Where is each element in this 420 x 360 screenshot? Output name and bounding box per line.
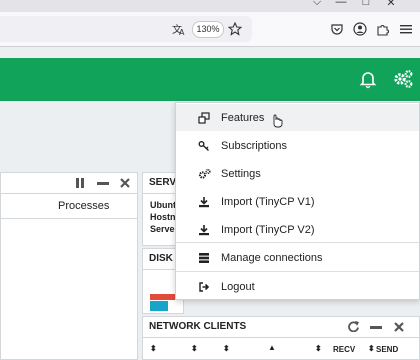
menu-item-label: Manage connections (221, 251, 323, 264)
menu-item-subscriptions[interactable]: Subscriptions (176, 132, 419, 159)
menu-item-label: Logout (221, 280, 255, 293)
sort-asc-icon[interactable]: ▲ (268, 343, 276, 352)
processes-table-header: Processes (1, 194, 137, 219)
pause-icon[interactable] (75, 178, 85, 188)
download-icon (197, 196, 211, 208)
menu-item-manage-connections[interactable]: Manage connections (176, 244, 419, 271)
sort-icon[interactable]: ⬍ (368, 344, 375, 353)
window-minimize-button[interactable]: — (333, 0, 349, 10)
pocket-icon[interactable] (328, 20, 346, 38)
menu-item-label: Import (TinyCP V1) (221, 195, 315, 208)
network-clients-widget: NETWORK CLIENTS ⬍ ⬍ ⬍ ▲ ⬍ RECV ⬍ SEND (142, 316, 420, 360)
window-close-button[interactable]: ✕ (383, 0, 399, 10)
menu-item-label: Subscriptions (221, 139, 288, 152)
minimize-icon[interactable] (370, 326, 382, 329)
menu-item-import-v2[interactable]: Import (TinyCP V2) (176, 216, 419, 243)
menu-item-import-v1[interactable]: Import (TinyCP V1) (176, 188, 419, 215)
window-list-button[interactable]: ⌵ (309, 0, 325, 10)
menu-item-logout[interactable]: Logout (176, 273, 419, 300)
browser-tab-strip (0, 0, 420, 12)
extensions-icon[interactable] (374, 20, 392, 38)
disk-free-bar (150, 301, 168, 311)
sort-icon[interactable]: ⬍ (315, 344, 322, 353)
processes-widget-header (1, 173, 137, 194)
sort-icon[interactable]: ⬍ (191, 344, 198, 353)
translate-icon[interactable]: 文A (170, 20, 188, 38)
features-icon (197, 111, 211, 124)
menu-item-label: Features (221, 111, 265, 124)
send-column-header[interactable]: SEND (376, 345, 398, 354)
bell-icon[interactable] (358, 69, 378, 89)
app-header (0, 58, 420, 101)
svg-text:A: A (179, 28, 185, 36)
minimize-icon[interactable] (97, 182, 109, 185)
menu-item-settings[interactable]: Settings (176, 160, 419, 187)
sort-icon[interactable]: ⬍ (223, 344, 230, 353)
download-icon (197, 224, 211, 236)
zoom-level[interactable]: 130% (192, 21, 224, 38)
menu-item-label: Import (TinyCP V2) (221, 223, 315, 236)
window-maximize-button[interactable]: □ (358, 0, 374, 10)
key-icon (197, 140, 211, 152)
processes-widget: Processes (0, 172, 138, 360)
settings-dropdown-menu: Features Subscriptions Settings Import (… (175, 102, 420, 300)
menu-item-features[interactable]: Features (176, 104, 419, 131)
settings-gears-icon[interactable] (392, 68, 414, 90)
recv-column-header[interactable]: RECV (333, 345, 355, 354)
menu-divider (176, 242, 419, 243)
server-icon (197, 252, 211, 264)
menu-divider (176, 271, 419, 272)
hand-cursor-icon (273, 114, 283, 128)
refresh-icon[interactable] (348, 321, 359, 332)
logout-icon (197, 281, 211, 293)
close-icon[interactable] (394, 322, 404, 332)
gears-icon (197, 168, 211, 180)
star-icon[interactable] (226, 20, 244, 38)
network-table-header: ⬍ ⬍ ⬍ ▲ ⬍ RECV ⬍ SEND (143, 338, 419, 359)
close-icon[interactable] (120, 178, 130, 188)
sort-icon[interactable]: ⬍ (150, 344, 157, 353)
menu-icon[interactable] (397, 20, 415, 38)
account-icon[interactable] (351, 20, 369, 38)
processes-column-label: Processes (58, 200, 110, 212)
menu-item-label: Settings (221, 167, 261, 180)
